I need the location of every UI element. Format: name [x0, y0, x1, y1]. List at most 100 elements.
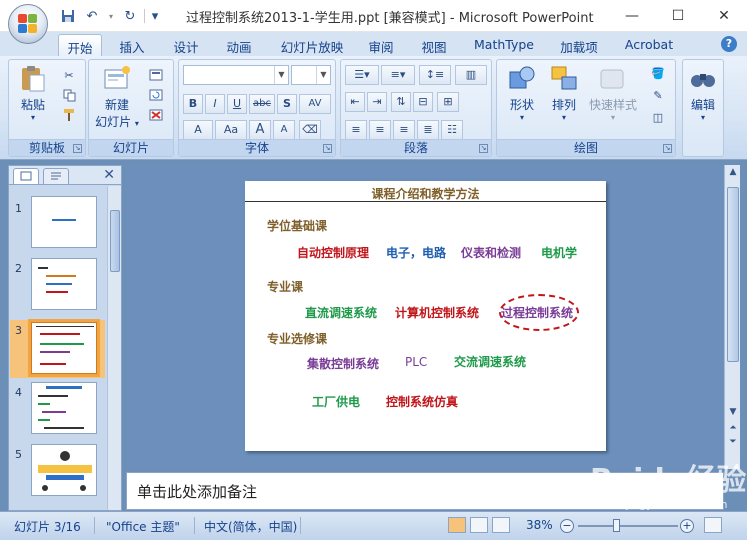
- paragraph-launcher-icon[interactable]: ↘: [479, 144, 488, 153]
- text-direction-icon[interactable]: ⇅: [391, 92, 411, 112]
- office-button[interactable]: [8, 4, 48, 44]
- reset-slide-icon[interactable]: [145, 86, 167, 104]
- close-button[interactable]: ✕: [701, 0, 747, 32]
- item-motor[interactable]: 电机学: [541, 244, 577, 261]
- shape-effects-icon[interactable]: ◫: [645, 108, 671, 126]
- shrink-font-button[interactable]: A: [273, 120, 295, 140]
- zoom-level[interactable]: 38%: [526, 518, 553, 532]
- slide-sorter-view-icon[interactable]: [470, 517, 488, 533]
- quick-styles-button[interactable]: 快速样式 ▾: [587, 64, 639, 122]
- item-simulation[interactable]: 控制系统仿真: [386, 393, 458, 410]
- shape-outline-icon[interactable]: ✎: [645, 86, 671, 104]
- clear-format-icon[interactable]: ⌫: [299, 120, 321, 140]
- smartart-icon[interactable]: ⊞: [437, 92, 459, 112]
- format-painter-icon[interactable]: [59, 106, 79, 124]
- help-icon[interactable]: ?: [721, 36, 737, 52]
- item-power-supply[interactable]: 工厂供电: [312, 393, 360, 410]
- increase-indent-icon[interactable]: ⇥: [367, 92, 387, 112]
- item-computer-control[interactable]: 计算机控制系统: [395, 304, 479, 321]
- scrollbar-thumb[interactable]: [727, 187, 739, 362]
- section-basic[interactable]: 学位基础课: [267, 217, 327, 234]
- paste-button[interactable]: 粘贴 ▾: [13, 64, 53, 122]
- fit-slide-icon[interactable]: [704, 517, 722, 533]
- grow-font-button[interactable]: A: [249, 120, 271, 140]
- undo-icon[interactable]: ↶: [82, 6, 102, 26]
- maximize-button[interactable]: ☐: [655, 0, 701, 32]
- scroll-up-icon[interactable]: ▲: [725, 167, 741, 177]
- next-slide-icon[interactable]: ⏷: [725, 437, 741, 447]
- italic-button[interactable]: I: [205, 94, 225, 114]
- slide-thumbnail-1[interactable]: [31, 196, 97, 248]
- section-elective[interactable]: 专业选修课: [267, 330, 327, 347]
- slide-vertical-scrollbar[interactable]: ▲ ▼ ⏶ ⏷: [724, 165, 740, 469]
- customize-qat-icon[interactable]: ▾: [149, 6, 161, 26]
- tab-design[interactable]: 设计: [166, 34, 206, 56]
- scroll-down-icon[interactable]: ▼: [725, 407, 741, 417]
- item-dc-speed[interactable]: 直流调速系统: [305, 304, 377, 321]
- cut-icon[interactable]: ✂: [59, 66, 79, 84]
- previous-slide-icon[interactable]: ⏶: [725, 423, 741, 433]
- redo-icon[interactable]: ↻: [120, 6, 140, 26]
- font-color-button[interactable]: A: [183, 120, 213, 140]
- undo-dropdown-icon[interactable]: ▾: [106, 6, 116, 26]
- char-spacing-button[interactable]: AV: [299, 94, 331, 114]
- tab-mathtype[interactable]: MathType: [470, 34, 538, 56]
- item-instrument[interactable]: 仪表和检测: [461, 244, 521, 261]
- arrange-button[interactable]: 排列 ▾: [545, 64, 583, 122]
- font-launcher-icon[interactable]: ↘: [323, 144, 332, 153]
- slides-tab[interactable]: [13, 168, 39, 184]
- shape-fill-icon[interactable]: 🪣: [645, 64, 671, 82]
- item-auto-control[interactable]: 自动控制原理: [297, 244, 369, 261]
- slide-thumbnail-5[interactable]: [31, 444, 97, 496]
- align-text-icon[interactable]: ⊟: [413, 92, 433, 112]
- zoom-slider[interactable]: [578, 525, 678, 527]
- justify-icon[interactable]: ≣: [417, 120, 439, 140]
- numbering-icon[interactable]: ≡▾: [381, 65, 415, 85]
- minimize-button[interactable]: —: [609, 0, 655, 32]
- decrease-indent-icon[interactable]: ⇤: [345, 92, 365, 112]
- underline-button[interactable]: U: [227, 94, 247, 114]
- shapes-button[interactable]: 形状 ▾: [503, 64, 541, 122]
- drawing-launcher-icon[interactable]: ↘: [663, 144, 672, 153]
- slide-thumbnail-4[interactable]: [31, 382, 97, 434]
- outline-tab[interactable]: [43, 168, 69, 184]
- align-center-icon[interactable]: ≡: [369, 120, 391, 140]
- align-left-icon[interactable]: ≡: [345, 120, 367, 140]
- save-icon[interactable]: [58, 6, 78, 26]
- zoom-slider-knob[interactable]: [613, 519, 620, 532]
- clipboard-launcher-icon[interactable]: ↘: [73, 144, 82, 153]
- scrollbar-thumb[interactable]: [110, 210, 120, 272]
- normal-view-icon[interactable]: [448, 517, 466, 533]
- theme-name[interactable]: "Office 主题": [106, 518, 180, 535]
- thumbnail-scrollbar[interactable]: [107, 186, 121, 510]
- tab-home[interactable]: 开始: [58, 34, 102, 56]
- shadow-button[interactable]: S: [277, 94, 297, 114]
- slide-thumbnail-2[interactable]: [31, 258, 97, 310]
- editing-button[interactable]: 编辑 ▾: [685, 64, 721, 122]
- notes-placeholder[interactable]: 单击此处添加备注: [137, 481, 257, 502]
- tab-insert[interactable]: 插入: [112, 34, 152, 56]
- close-pane-icon[interactable]: ✕: [103, 167, 115, 183]
- tab-acrobat[interactable]: Acrobat: [621, 34, 677, 56]
- bold-button[interactable]: B: [183, 94, 203, 114]
- slideshow-view-icon[interactable]: [492, 517, 510, 533]
- section-major[interactable]: 专业课: [267, 278, 303, 295]
- change-case-button[interactable]: Aa: [215, 120, 247, 140]
- zoom-in-button[interactable]: +: [680, 519, 694, 533]
- zoom-out-button[interactable]: −: [560, 519, 574, 533]
- font-size-combo[interactable]: ▼: [291, 65, 331, 85]
- layout-icon[interactable]: [145, 66, 167, 84]
- item-plc[interactable]: PLC: [405, 355, 427, 369]
- current-slide[interactable]: 课程介绍和教学方法 学位基础课 自动控制原理 电子，电路 仪表和检测 电机学 专…: [245, 181, 606, 451]
- highlight-ellipse[interactable]: [499, 294, 579, 331]
- item-dcs[interactable]: 集散控制系统: [307, 355, 379, 372]
- slide-thumbnail-3[interactable]: [28, 319, 100, 377]
- distribute-icon[interactable]: ☷: [441, 120, 463, 140]
- new-slide-button[interactable]: 新建 幻灯片 ▾: [93, 64, 141, 130]
- tab-animation[interactable]: 动画: [219, 34, 259, 56]
- tab-addins[interactable]: 加载项: [555, 34, 603, 56]
- align-right-icon[interactable]: ≡: [393, 120, 415, 140]
- tab-view[interactable]: 视图: [414, 34, 454, 56]
- item-circuit[interactable]: 电子，电路: [386, 244, 446, 261]
- columns-icon[interactable]: ▥: [455, 65, 487, 85]
